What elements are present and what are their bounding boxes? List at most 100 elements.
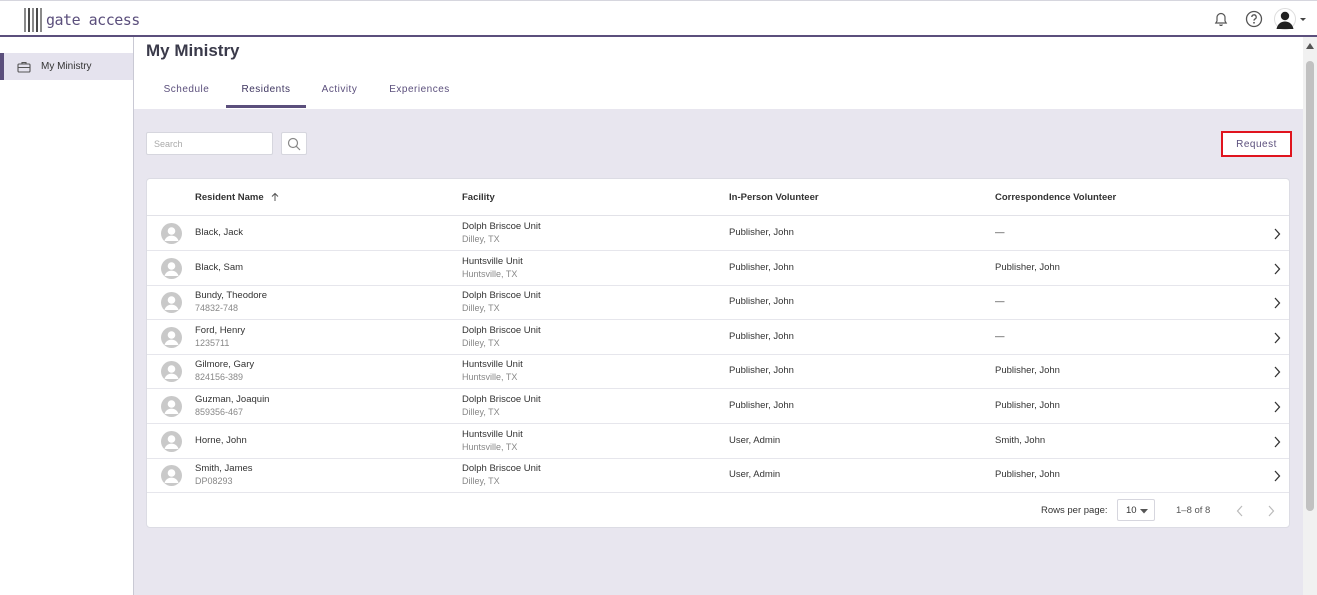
resident-avatar-icon [161,396,182,417]
resident-name: Black, Sam [195,261,244,273]
in-person-volunteer: Publisher, John [729,296,794,308]
logo-bars-icon [24,8,42,32]
facility-name: Dolph Briscoe Unit [462,324,541,336]
chevron-right-icon[interactable] [1273,262,1281,280]
facility-location: Dilley, TX [462,337,500,348]
table-row[interactable]: Ford, Henry 1235711 Dolph Briscoe Unit Dill… [147,320,1289,355]
rows-per-page-select[interactable]: 10 [1117,499,1155,521]
top-bar: gate access [0,0,1317,37]
facility-location: Dilley, TX [462,234,500,244]
correspondence-volunteer: Publisher, John [995,400,1060,411]
table-row[interactable]: Black, Jack Dolph Briscoe Unit Dilley, TX P… [147,216,1289,251]
previous-page-icon[interactable] [1236,505,1244,517]
tab-residents[interactable]: Residents [226,84,306,108]
facility-location: Huntsville, TX [462,441,518,452]
in-person-volunteer: Publisher, John [729,261,794,273]
resident-id: 859356-467 [195,407,244,417]
request-button[interactable]: Request [1221,131,1292,157]
app-logo[interactable]: gate access [24,8,140,32]
briefcase-icon [17,61,31,73]
facility-location: Huntsville, TX [462,268,518,279]
scrollbar-thumb[interactable] [1306,61,1314,511]
in-person-volunteer: Publisher, John [729,365,794,377]
resident-id: 824156-389 [195,372,244,383]
user-menu-avatar[interactable] [1274,8,1308,30]
chevron-right-icon[interactable] [1273,400,1281,418]
table-row[interactable]: Black, Sam Huntsville Unit Huntsville, TX P… [147,251,1289,286]
in-person-volunteer: Publisher, John [729,400,794,411]
page-header: My Ministry Schedule Residents Activity … [134,37,1303,109]
facility-location: Huntsville, TX [462,372,518,383]
table-row[interactable]: Guzman, Joaquin 859356-467 Dolph Briscoe U… [147,389,1289,424]
search-input[interactable] [146,132,273,155]
sidebar: My Ministry [0,37,134,595]
rows-per-page-value: 10 [1126,504,1137,516]
column-resident-name-label: Resident Name [195,192,264,203]
pagination: Rows per page: 10 1–8 of 8 [147,493,1289,529]
correspondence-volunteer: — [995,296,1005,308]
correspondence-volunteer: Smith, John [995,434,1046,446]
resident-name: Guzman, Joaquin [195,394,270,405]
resident-id: DP08293 [195,476,233,487]
correspondence-volunteer: Publisher, John [995,469,1060,481]
resident-avatar-icon [161,465,182,487]
resident-avatar-icon [161,257,182,279]
facility-name: Huntsville Unit [462,255,523,267]
table-row[interactable]: Smith, James DP08293 Dolph Briscoe Unit Dil… [147,458,1289,494]
facility-name: Dolph Briscoe Unit [462,394,541,405]
facility-location: Dilley, TX [462,303,500,314]
resident-avatar-icon [161,223,182,244]
chevron-right-icon[interactable] [1273,296,1281,314]
in-person-volunteer: Publisher, John [729,227,794,238]
tab-activity[interactable]: Activity [312,84,367,108]
page-title: My Ministry [146,41,240,60]
column-correspondence-volunteer: Correspondence Volunteer [995,192,1117,203]
sidebar-item-my-ministry[interactable]: My Ministry [0,53,133,80]
rows-per-page-label: Rows per page: [1041,505,1108,516]
column-in-person-volunteer: In-Person Volunteer [729,192,819,203]
column-facility: Facility [462,192,495,203]
resident-avatar-icon [161,430,182,452]
chevron-right-icon[interactable] [1273,365,1281,383]
facility-name: Huntsville Unit [462,359,523,371]
resident-avatar-icon [161,326,182,348]
table-row[interactable]: Gilmore, Gary 824156-389 Huntsville Unit Hu… [147,354,1289,390]
next-page-icon[interactable] [1267,505,1275,517]
resident-id: 74832-748 [195,303,239,314]
facility-name: Dolph Briscoe Unit [462,463,541,475]
table-row[interactable]: Horne, John Huntsville Unit Huntsville, TX… [147,424,1289,459]
resident-name: Gilmore, Gary [195,359,255,371]
resident-name: Black, Jack [195,227,244,238]
resident-name: Smith, James [195,463,253,475]
correspondence-volunteer: Publisher, John [995,261,1060,273]
scroll-up-icon[interactable] [1306,43,1314,49]
pagination-range: 1–8 of 8 [1176,505,1211,516]
chevron-right-icon[interactable] [1273,331,1281,349]
facility-name: Dolph Briscoe Unit [462,221,541,232]
logo-text: gate access [46,11,140,29]
facility-name: Dolph Briscoe Unit [462,290,541,302]
in-person-volunteer: Publisher, John [729,330,794,342]
help-icon[interactable] [1244,9,1264,29]
in-person-volunteer: User, Admin [729,434,781,446]
correspondence-volunteer: — [995,227,1005,238]
facility-location: Dilley, TX [462,476,500,487]
chevron-right-icon[interactable] [1273,227,1281,245]
tab-experiences[interactable]: Experiences [379,84,460,108]
table-row[interactable]: Bundy, Theodore 74832-748 Dolph Briscoe Un… [147,285,1289,321]
main-content: My Ministry Schedule Residents Activity … [134,37,1303,595]
chevron-right-icon[interactable] [1273,435,1281,453]
facility-location: Dilley, TX [462,407,500,417]
chevron-right-icon[interactable] [1273,469,1281,487]
caret-down-icon [1140,509,1148,514]
scrollbar[interactable] [1303,37,1317,595]
search-button[interactable] [281,132,307,155]
resident-avatar-icon [161,292,182,314]
table-header: Resident Name Facility In-Person Volunte… [147,179,1289,216]
column-resident-name[interactable]: Resident Name [195,192,280,203]
search-icon [287,137,301,150]
bell-icon[interactable] [1211,9,1231,29]
tab-schedule[interactable]: Schedule [153,84,220,108]
sort-ascending-icon[interactable] [270,192,280,202]
resident-name: Ford, Henry [195,324,246,336]
